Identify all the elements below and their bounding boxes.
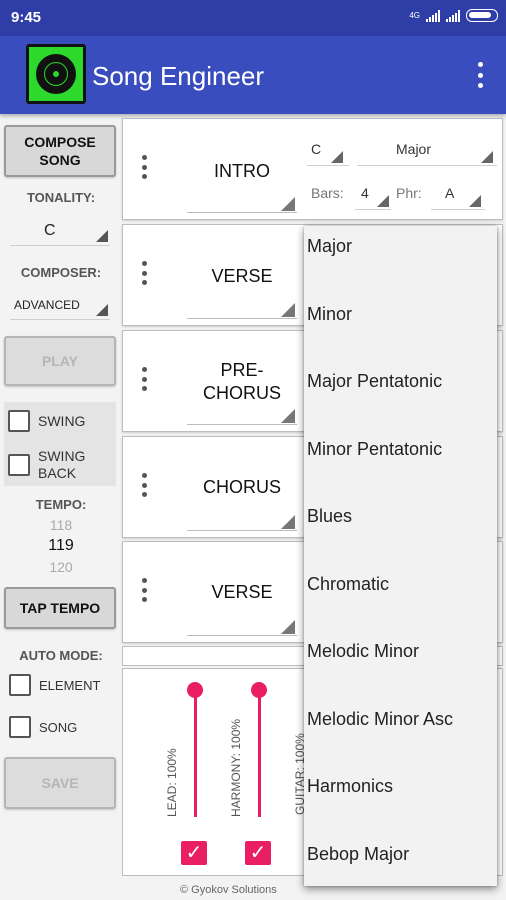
bars-value[interactable]: 4 bbox=[361, 185, 369, 201]
composer-label: COMPOSER: bbox=[20, 265, 102, 280]
song-label: SONG bbox=[39, 719, 78, 735]
status-time: 9:45 bbox=[11, 9, 42, 26]
element-checkbox[interactable] bbox=[9, 674, 31, 696]
scale-option[interactable]: Melodic Minor Asc bbox=[307, 709, 495, 776]
harmony-slider-thumb[interactable] bbox=[251, 682, 267, 698]
phr-label: Phr: bbox=[396, 185, 422, 201]
compose-song-button[interactable]: COMPOSE SONG bbox=[4, 125, 116, 177]
dropdown-arrow-icon bbox=[377, 195, 389, 207]
dropdown-arrow-icon bbox=[281, 620, 295, 634]
scale-option[interactable]: Chromatic bbox=[307, 574, 495, 641]
signal-icon bbox=[426, 9, 440, 22]
scale-option[interactable]: Major Pentatonic bbox=[307, 371, 495, 438]
harmony-slider-track[interactable] bbox=[258, 691, 261, 817]
dropdown-arrow-icon bbox=[281, 409, 295, 423]
swing-back-checkbox[interactable] bbox=[8, 454, 30, 476]
swing-checkbox[interactable] bbox=[8, 410, 30, 432]
scale-option[interactable]: Harmonics bbox=[307, 776, 495, 843]
auto-mode-label: AUTO MODE: bbox=[19, 648, 103, 663]
section-name[interactable]: PRE-CHORUS bbox=[187, 346, 297, 418]
harmony-enable-checkbox[interactable]: ✓ bbox=[245, 841, 271, 865]
dropdown-arrow-icon bbox=[96, 230, 108, 242]
vinyl-record-icon bbox=[26, 44, 86, 104]
footer-credit: © Gyokov Solutions bbox=[180, 884, 277, 896]
drag-handle-icon[interactable] bbox=[141, 473, 147, 497]
dropdown-arrow-icon bbox=[281, 197, 295, 211]
scale-dropdown-menu: Major Minor Major Pentatonic Minor Penta… bbox=[304, 226, 497, 886]
tap-tempo-button[interactable]: TAP TEMPO bbox=[4, 587, 116, 629]
song-checkbox[interactable] bbox=[9, 716, 31, 738]
scale-option[interactable]: Blues bbox=[307, 506, 495, 573]
section-name[interactable]: VERSE bbox=[187, 556, 297, 628]
swing-checkbox-row[interactable]: SWING bbox=[8, 410, 85, 432]
lead-slider-thumb[interactable] bbox=[187, 682, 203, 698]
lead-slider-track[interactable] bbox=[194, 691, 197, 817]
save-button[interactable]: SAVE bbox=[4, 757, 116, 809]
signal-2-icon bbox=[446, 9, 460, 22]
tonality-spinner[interactable]: C bbox=[10, 216, 110, 246]
swing-back-label: SWING BACK bbox=[38, 448, 86, 481]
battery-icon bbox=[466, 9, 498, 22]
section-key[interactable]: C bbox=[311, 141, 321, 157]
section-scale[interactable]: Major bbox=[396, 141, 431, 157]
dropdown-arrow-icon bbox=[481, 151, 493, 163]
tempo-next[interactable]: 120 bbox=[0, 559, 122, 575]
scale-option[interactable]: Melodic Minor bbox=[307, 641, 495, 708]
drag-handle-icon[interactable] bbox=[141, 155, 147, 179]
left-panel: COMPOSE SONG TONALITY: C COMPOSER: ADVAN… bbox=[0, 114, 122, 900]
tempo-prev[interactable]: 118 bbox=[0, 517, 122, 533]
dropdown-arrow-icon bbox=[331, 151, 343, 163]
section-name[interactable]: VERSE bbox=[187, 240, 297, 312]
scale-option[interactable]: Minor Pentatonic bbox=[307, 439, 495, 506]
drag-handle-icon[interactable] bbox=[141, 578, 147, 602]
drag-handle-icon[interactable] bbox=[141, 261, 147, 285]
scale-option[interactable]: Bebop Major bbox=[307, 844, 495, 900]
scale-option[interactable]: Major bbox=[307, 236, 495, 303]
composer-spinner[interactable]: ADVANCED bbox=[10, 290, 110, 320]
play-button[interactable]: PLAY bbox=[4, 336, 116, 386]
tonality-value: C bbox=[44, 222, 56, 239]
element-label: ELEMENT bbox=[39, 677, 101, 693]
status-bar: 9:45 4G bbox=[0, 0, 506, 36]
dropdown-arrow-icon bbox=[469, 195, 481, 207]
tempo-current[interactable]: 119 bbox=[0, 537, 122, 555]
dropdown-arrow-icon bbox=[281, 303, 295, 317]
composer-value: ADVANCED bbox=[14, 298, 80, 312]
drag-handle-icon[interactable] bbox=[141, 367, 147, 391]
phr-value[interactable]: A bbox=[445, 185, 454, 201]
swing-options: SWING SWING BACK bbox=[4, 402, 116, 486]
harmony-label: HARMONY: 100% bbox=[229, 718, 243, 817]
swing-back-checkbox-row[interactable]: SWING BACK bbox=[8, 448, 98, 482]
app-title: Song Engineer bbox=[92, 61, 265, 91]
section-card[interactable]: INTRO C Major Bars: 4 Phr: A bbox=[122, 118, 503, 220]
song-checkbox-row[interactable]: SONG bbox=[9, 716, 77, 738]
tempo-label: TEMPO: bbox=[35, 497, 87, 512]
bars-label: Bars: bbox=[311, 185, 344, 201]
tonality-label: TONALITY: bbox=[26, 190, 96, 205]
lead-label: LEAD: 100% bbox=[165, 748, 179, 817]
status-icons: 4G bbox=[409, 9, 498, 22]
lead-enable-checkbox[interactable]: ✓ bbox=[181, 841, 207, 865]
swing-label: SWING bbox=[38, 413, 86, 429]
element-checkbox-row[interactable]: ELEMENT bbox=[9, 674, 100, 696]
network-type: 4G bbox=[409, 11, 420, 20]
section-name[interactable]: CHORUS bbox=[187, 451, 297, 523]
overflow-menu-icon[interactable] bbox=[476, 62, 484, 88]
dropdown-arrow-icon bbox=[96, 304, 108, 316]
scale-option[interactable]: Minor bbox=[307, 304, 495, 371]
app-bar: Song Engineer bbox=[0, 36, 506, 114]
dropdown-arrow-icon bbox=[281, 515, 295, 529]
